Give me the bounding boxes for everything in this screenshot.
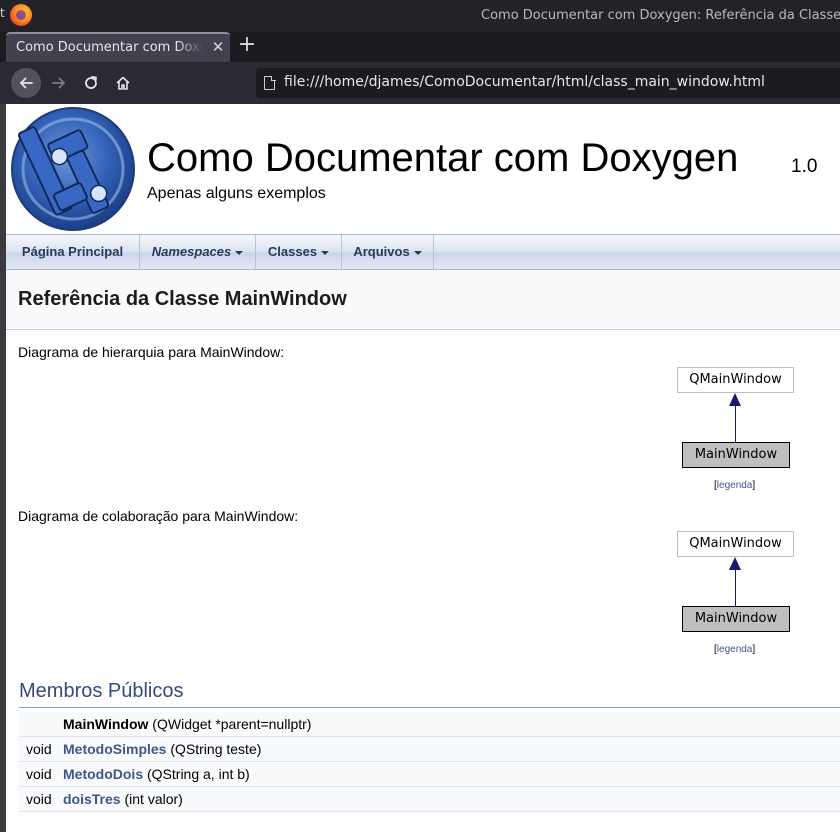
collaboration-base-class: QMainWindow [677, 531, 794, 557]
inheritance-legend-link[interactable]: [legenda] [714, 480, 755, 491]
home-button[interactable] [108, 68, 138, 98]
navigation-toolbar: file:///home/djames/ComoDocumentar/html/… [0, 62, 840, 104]
collaboration-arrow-line [735, 570, 736, 606]
menu-item-namespaces[interactable]: Namespaces [140, 235, 256, 270]
member-link[interactable]: doisTres [63, 791, 121, 807]
member-args: (int valor) [120, 791, 183, 807]
caret-down-icon [235, 250, 244, 255]
member-signature: MetodoDois (QString a, int b) [63, 766, 250, 782]
arrow-left-icon [20, 77, 33, 89]
member-name: MainWindow [63, 716, 149, 732]
legend-link-text[interactable]: legenda [717, 644, 753, 655]
member-args: (QString teste) [166, 741, 262, 757]
inheritance-base-class: QMainWindow [677, 367, 794, 393]
page-content: Como Documentar com Doxygen 1.0 Apenas a… [6, 104, 840, 832]
inheritance-arrow-line [735, 406, 736, 442]
reload-button[interactable] [76, 68, 106, 98]
firefox-icon [10, 4, 32, 26]
page-title: Referência da Classe MainWindow [18, 288, 347, 310]
member-signature: MetodoSimples (QString teste) [63, 741, 261, 757]
collaboration-arrow-head [729, 557, 741, 570]
member-signature: doisTres (int valor) [63, 791, 183, 807]
home-icon [116, 76, 130, 90]
member-type: void [26, 741, 52, 757]
edge-fragment: t [0, 6, 5, 20]
menu-item-label: Namespaces [151, 244, 232, 259]
inheritance-caption: Diagrama de hierarquia para MainWindow: [18, 344, 285, 360]
public-members-heading: Membros Públicos [19, 680, 840, 708]
member-link[interactable]: MetodoDois [63, 766, 143, 782]
member-row: void MetodoDois (QString a, int b) [19, 762, 840, 787]
member-args: (QString a, int b) [143, 766, 250, 782]
member-row: void MetodoSimples (QString teste) [19, 737, 840, 762]
menu-item-files[interactable]: Arquivos [342, 235, 434, 270]
new-tab-button[interactable]: + [236, 34, 258, 58]
member-type: void [26, 791, 52, 807]
arrow-right-icon [52, 77, 65, 89]
inheritance-derived-class: MainWindow [682, 442, 790, 468]
collaboration-caption: Diagrama de colaboração para MainWindow: [18, 508, 299, 524]
address-bar[interactable]: file:///home/djames/ComoDocumentar/html/… [256, 68, 840, 98]
member-signature: MainWindow (QWidget *parent=nullptr) [63, 716, 311, 732]
legend-link-text[interactable]: legenda [717, 480, 753, 491]
page-icon [264, 75, 276, 90]
project-number: 1.0 [791, 156, 818, 177]
project-logo-icon [11, 107, 135, 231]
header-title-area: Referência da Classe MainWindow [6, 270, 840, 330]
collaboration-legend-link[interactable]: [legenda] [714, 644, 755, 655]
caret-down-icon [413, 250, 422, 255]
member-type: void [26, 766, 52, 782]
project-header: Como Documentar com Doxygen 1.0 Apenas a… [6, 104, 840, 234]
close-icon[interactable]: ✕ [210, 38, 226, 56]
back-button[interactable] [11, 68, 41, 98]
collaboration-derived-class: MainWindow [682, 606, 790, 632]
member-args: (QWidget *parent=nullptr) [148, 716, 312, 732]
main-menu: Página Principal Namespaces Classes Arqu… [6, 234, 840, 270]
window-title: Como Documentar com Doxygen: Referência … [481, 8, 840, 23]
inheritance-arrow-head [729, 393, 741, 406]
project-name: Como Documentar com Doxygen [147, 136, 739, 180]
window-titlebar: t Como Documentar com Doxygen: Referênci… [0, 0, 840, 32]
member-row: void doisTres (int valor) [19, 787, 840, 812]
menu-item-label: Página Principal [21, 244, 124, 259]
member-link[interactable]: MetodoSimples [63, 741, 166, 757]
forward-button[interactable] [44, 68, 74, 98]
tab-active[interactable]: Como Documentar com Doxyg ✕ [6, 32, 230, 62]
menu-item-classes[interactable]: Classes [256, 235, 342, 270]
menu-item-main-page[interactable]: Página Principal [6, 235, 140, 270]
tab-bar: Como Documentar com Doxyg ✕ + [0, 32, 840, 62]
tab-label: Como Documentar com Doxyg [16, 40, 204, 55]
project-brief: Apenas alguns exemplos [147, 185, 326, 202]
caret-down-icon [321, 250, 330, 255]
menu-item-label: Classes [267, 244, 318, 259]
url-text[interactable]: file:///home/djames/ComoDocumentar/html/… [284, 74, 765, 90]
member-row: MainWindow (QWidget *parent=nullptr) [19, 712, 840, 737]
menu-item-label: Arquivos [353, 244, 410, 259]
reload-icon [85, 76, 97, 89]
